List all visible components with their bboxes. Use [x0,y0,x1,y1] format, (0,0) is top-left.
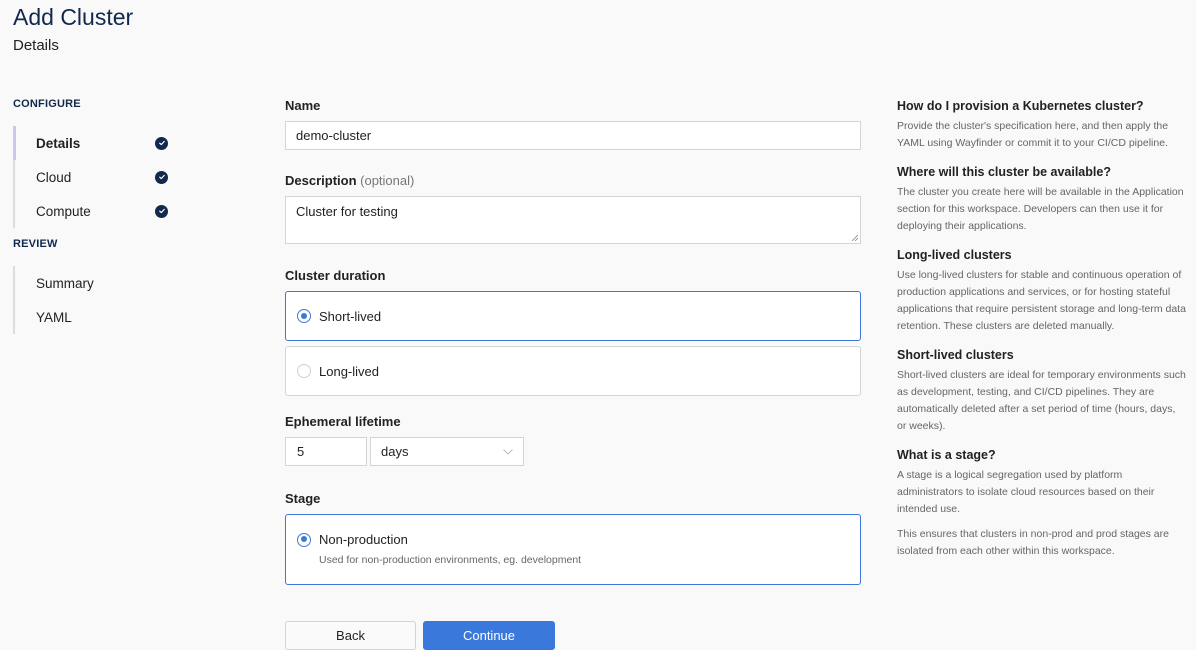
name-value: demo-cluster [296,128,372,143]
ephemeral-lifetime-label: Ephemeral lifetime [285,414,401,429]
section-label-configure: CONFIGURE [13,98,81,110]
sidebar-item-yaml[interactable]: YAML [15,300,213,334]
duration-option-long-lived[interactable]: Long-lived [285,346,861,396]
lifetime-unit-select[interactable]: days [370,437,524,466]
help-title: Long-lived clusters [897,248,1012,262]
page-subtitle: Details [13,37,59,54]
help-title: How do I provision a Kubernetes cluster? [897,99,1144,113]
sidebar-item-label: Compute [36,203,91,219]
radio-selected[interactable] [297,309,311,323]
description-textarea[interactable]: Cluster for testing [285,196,861,244]
duration-option-short-lived[interactable]: Short-lived [285,291,861,341]
sidebar-item-summary[interactable]: Summary [15,266,213,300]
stage-label: Stage [285,491,321,506]
page-title: Add Cluster [13,4,134,30]
sidebar-item-cloud[interactable]: Cloud [15,160,213,194]
sidebar-item-details[interactable]: Details [13,126,213,160]
ephemeral-lifetime-row: 5 days [285,437,861,466]
help-panel: How do I provision a Kubernetes cluster?… [897,99,1187,573]
help-text: This ensures that clusters in non-prod a… [897,528,1169,557]
name-label: Name [285,98,321,113]
continue-button[interactable]: Continue [423,621,555,650]
cluster-duration-label: Cluster duration [285,268,386,283]
check-circle-icon [155,136,168,150]
radio-unselected[interactable] [297,364,311,378]
radio-selected[interactable] [297,532,311,547]
check-circle-icon [155,170,168,184]
chevron-down-icon [503,448,513,455]
configure-steps: Details Cloud Compute [13,126,213,228]
sidebar-item-compute[interactable]: Compute [15,194,213,228]
sidebar-item-label: Summary [36,275,94,291]
stage-option-non-production[interactable]: Non-production Used for non-production e… [285,514,861,585]
help-text: Use long-lived clusters for stable and c… [897,269,1186,332]
resize-handle-icon[interactable] [851,234,858,241]
option-description: Used for non-production environments, eg… [319,554,582,566]
help-title: Short-lived clusters [897,348,1014,362]
sidebar-item-label: YAML [36,309,72,325]
sidebar-item-label: Cloud [36,169,72,185]
wizard-steps-sidebar: CONFIGURE Details Cloud Compute REVIEW S… [13,98,213,344]
help-title: Where will this cluster be available? [897,165,1111,179]
lifetime-value-input[interactable]: 5 [285,437,367,466]
check-circle-icon [155,204,168,218]
help-text: Provide the cluster's specification here… [897,120,1169,149]
optional-hint: (optional) [360,173,415,188]
option-label: Long-lived [319,363,379,379]
description-label: Description (optional) [285,173,861,188]
section-label-review: REVIEW [13,238,58,250]
help-text: Short-lived clusters are ideal for tempo… [897,369,1186,432]
option-label: Non-production [319,532,408,547]
option-label: Short-lived [319,308,382,324]
back-button[interactable]: Back [285,621,416,650]
cluster-details-form: Name demo-cluster Description (optional)… [285,98,861,650]
review-steps: Summary YAML [13,266,213,334]
lifetime-value: 5 [297,444,305,459]
lifetime-unit: days [381,444,409,459]
form-actions: Back Continue [285,621,861,650]
stage-option-header: Non-production [297,532,849,547]
description-value: Cluster for testing [296,204,398,219]
name-input[interactable]: demo-cluster [285,121,861,150]
help-text: A stage is a logical segregation used by… [897,469,1155,515]
help-title: What is a stage? [897,448,996,462]
description-label-text: Description [285,173,357,188]
help-text: The cluster you create here will be avai… [897,186,1184,232]
sidebar-item-label: Details [36,135,81,151]
